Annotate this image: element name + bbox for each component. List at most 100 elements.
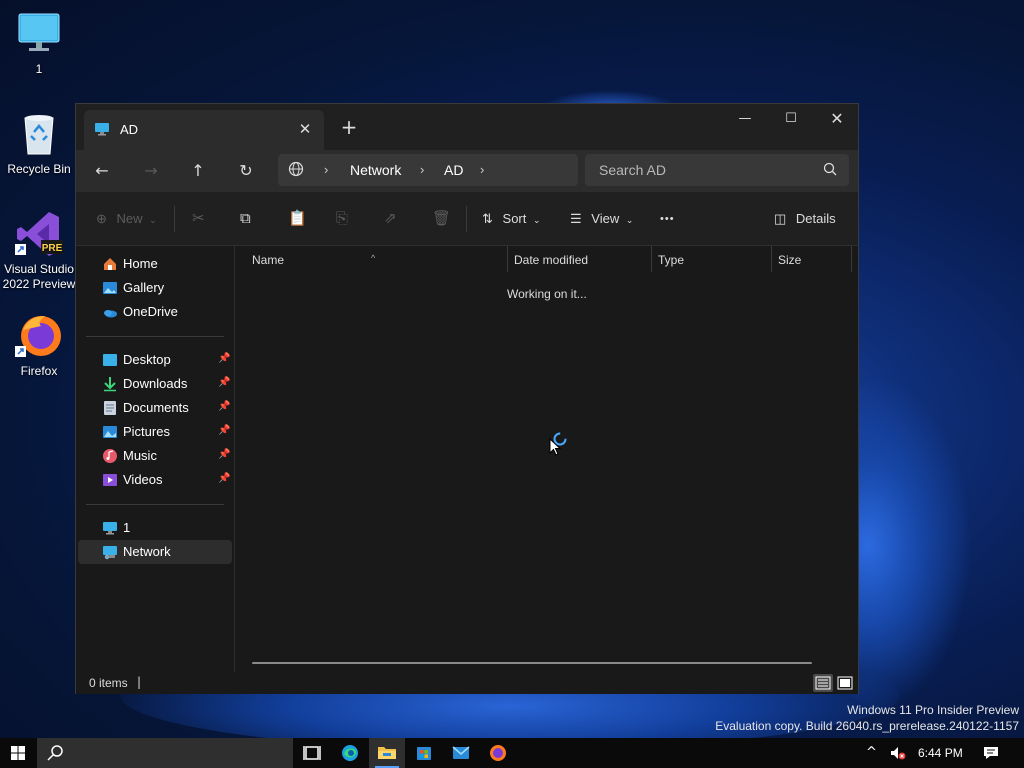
column-divider[interactable] [851, 246, 852, 272]
desktop-icon-firefox[interactable]: Firefox [0, 312, 78, 379]
sidebar-item-documents[interactable]: Documents 📌 [78, 396, 232, 420]
close-tab-icon[interactable]: ✕ [294, 118, 316, 140]
file-list[interactable]: Name ^ Date modified Type Size Working o… [236, 246, 860, 672]
more-options-icon[interactable]: ••• [660, 206, 675, 232]
view-list-icon: ☰ [570, 211, 582, 226]
pin-icon[interactable]: 📌 [218, 449, 230, 461]
view-button[interactable]: ☰ View ⌄ [570, 206, 633, 232]
desktop-icon-visual-studio[interactable]: PRE Visual Studio 2022 Preview [0, 210, 78, 292]
sidebar-item-music[interactable]: Music 📌 [78, 444, 232, 468]
sidebar-item-this-pc[interactable]: 1 [78, 516, 232, 540]
divider [174, 206, 175, 232]
desktop-icon-label: Recycle Bin [7, 162, 71, 176]
sidebar-item-gallery[interactable]: Gallery [78, 276, 232, 300]
search-icon[interactable] [823, 162, 839, 178]
command-bar: ⊕ New ⌄ ✂ ⧉ 📋 ⎘ ⇗ 🗑 ⇅ Sort ⌄ ☰ View ⌄ ••… [76, 192, 858, 246]
start-button[interactable] [0, 738, 36, 768]
windows-logo-icon [11, 746, 25, 760]
close-window-button[interactable]: ✕ [814, 104, 860, 134]
visual-studio-icon: PRE [15, 210, 63, 258]
navigation-pane: Home Gallery OneDrive Desktop 📌 Download… [76, 246, 234, 672]
sidebar-item-home[interactable]: Home [78, 252, 232, 276]
forward-arrow-icon[interactable]: → [136, 156, 166, 186]
sidebar-item-network[interactable]: Network [78, 540, 232, 564]
pin-icon[interactable]: 📌 [218, 377, 230, 389]
status-bar: 0 items | [76, 672, 858, 694]
new-button[interactable]: ⊕ New ⌄ [96, 206, 157, 232]
title-bar[interactable]: AD ✕ + — ☐ ✕ [76, 104, 858, 150]
file-explorer-window[interactable]: AD ✕ + — ☐ ✕ ← → ↑ ↻ › Network › AD › Se… [75, 103, 859, 694]
rename-icon[interactable]: ⎘ [336, 206, 348, 232]
file-explorer-icon[interactable] [369, 738, 405, 768]
music-icon [102, 448, 118, 464]
sidebar-item-pictures[interactable]: Pictures 📌 [78, 420, 232, 444]
pane-splitter[interactable] [234, 246, 235, 672]
chevron-right-icon[interactable]: › [480, 162, 484, 177]
tab-ad[interactable]: AD ✕ [84, 110, 324, 150]
up-arrow-icon[interactable]: ↑ [183, 156, 213, 186]
column-header-size[interactable]: Size [762, 246, 842, 274]
microsoft-store-icon[interactable] [406, 738, 442, 768]
new-tab-button[interactable]: + [336, 114, 362, 140]
clock[interactable]: 6:44 PM [918, 746, 963, 760]
maximize-button[interactable]: ☐ [768, 104, 814, 134]
sidebar-item-videos[interactable]: Videos 📌 [78, 468, 232, 492]
chevron-right-icon[interactable]: › [324, 162, 328, 177]
show-hidden-icons-icon[interactable]: ^ [866, 745, 877, 760]
details-button[interactable]: ◫ Details [774, 206, 836, 232]
desktop-icon-label: Firefox [20, 364, 58, 378]
search-box[interactable] [585, 154, 849, 186]
downloads-icon [102, 376, 118, 392]
mail-icon[interactable] [443, 738, 479, 768]
pin-icon[interactable]: 📌 [218, 353, 230, 365]
pin-icon[interactable]: 📌 [218, 425, 230, 437]
sort-button[interactable]: ⇅ Sort ⌄ [482, 206, 541, 232]
globe-network-icon [288, 161, 304, 180]
breadcrumb-network[interactable]: Network [350, 162, 401, 178]
desktop-icon-recycle-bin[interactable]: Recycle Bin [0, 110, 78, 177]
column-header-date-modified[interactable]: Date modified [498, 246, 642, 274]
item-count: 0 items [89, 676, 128, 690]
edge-browser-icon[interactable] [332, 738, 368, 768]
chevron-right-icon[interactable]: › [420, 162, 424, 177]
divider [86, 504, 224, 505]
cut-icon[interactable]: ✂ [192, 206, 205, 232]
search-input[interactable] [585, 154, 815, 186]
column-header-name[interactable]: Name ^ [236, 246, 508, 274]
sort-ascending-icon: ^ [371, 253, 376, 263]
pin-icon[interactable]: 📌 [218, 473, 230, 485]
delete-icon[interactable]: 🗑 [432, 206, 451, 232]
column-header-type[interactable]: Type [642, 246, 760, 274]
monitor-icon [15, 10, 63, 58]
horizontal-scrollbar[interactable] [252, 662, 812, 664]
documents-icon [102, 400, 118, 416]
onedrive-icon [102, 304, 118, 320]
taskbar: ^ 6:44 PM [0, 738, 1024, 768]
desktop-folder-icon [102, 352, 118, 368]
tiles-view-toggle-icon[interactable] [835, 674, 855, 692]
sidebar-item-desktop[interactable]: Desktop 📌 [78, 348, 232, 372]
tab-title: AD [120, 122, 139, 137]
search-icon [47, 745, 63, 761]
copy-icon[interactable]: ⧉ [240, 206, 251, 232]
taskbar-search-box[interactable] [37, 738, 293, 768]
breadcrumb[interactable]: › Network › AD › [278, 154, 578, 186]
sidebar-item-downloads[interactable]: Downloads 📌 [78, 372, 232, 396]
breadcrumb-ad[interactable]: AD [444, 162, 463, 178]
share-icon[interactable]: ⇗ [384, 206, 397, 232]
pin-icon[interactable]: 📌 [218, 401, 230, 413]
back-arrow-icon[interactable]: ← [87, 156, 117, 186]
plus-circle-icon: ⊕ [96, 211, 107, 226]
refresh-icon[interactable]: ↻ [231, 156, 261, 186]
task-view-icon[interactable] [294, 738, 330, 768]
chevron-down-icon: ⌄ [149, 215, 157, 225]
volume-muted-icon[interactable] [889, 745, 907, 765]
details-view-toggle-icon[interactable] [813, 674, 833, 692]
desktop-icon-this-pc[interactable]: 1 [0, 10, 78, 77]
chevron-down-icon: ⌄ [625, 215, 634, 225]
firefox-taskbar-icon[interactable] [480, 738, 516, 768]
minimize-button[interactable]: — [722, 104, 768, 134]
sidebar-item-onedrive[interactable]: OneDrive [78, 300, 232, 324]
paste-icon[interactable]: 📋 [288, 206, 307, 232]
notifications-icon[interactable] [982, 745, 1000, 765]
